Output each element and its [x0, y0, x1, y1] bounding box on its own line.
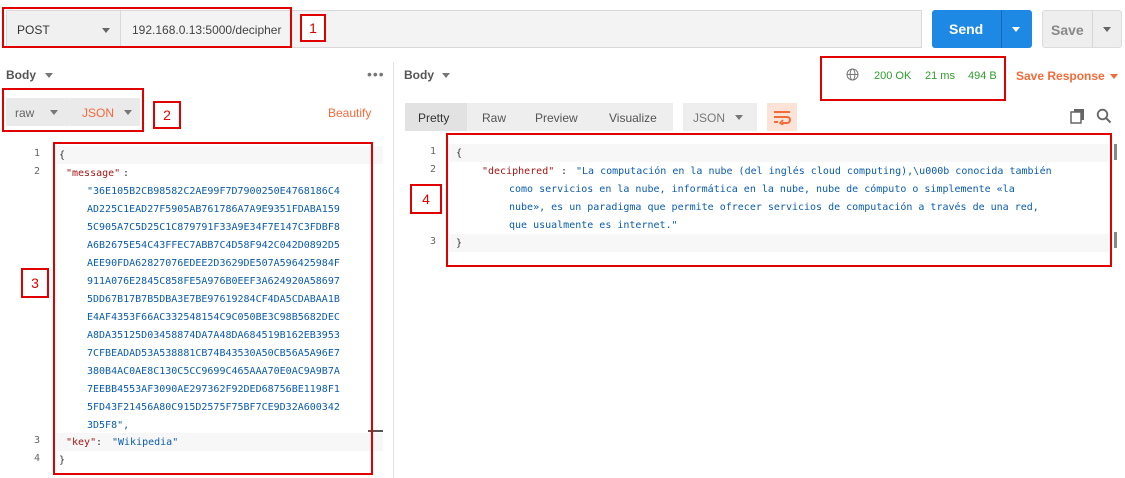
tab-pretty[interactable]: Pretty: [405, 103, 467, 131]
chevron-down-icon: [45, 73, 53, 78]
chevron-down-icon: [1110, 74, 1118, 79]
line-number: 4: [33, 453, 40, 464]
annotation-number: 2: [153, 101, 181, 129]
more-dots-icon[interactable]: •••: [367, 66, 385, 82]
send-label: Send: [949, 21, 984, 37]
wrap-lines-icon: [774, 111, 791, 125]
annotation-frame: [2, 7, 292, 48]
response-format-select[interactable]: JSON: [683, 103, 757, 131]
send-divider: [1001, 10, 1002, 48]
tab-pretty-label: Pretty: [418, 111, 450, 125]
scrollbar-thumb[interactable]: [1114, 144, 1117, 160]
annotation-frame: [53, 142, 373, 475]
line-number: 2: [33, 166, 40, 177]
response-body-title: Body: [404, 68, 434, 82]
line-number: 1: [33, 148, 40, 159]
save-response-label: Save Response: [1016, 69, 1105, 83]
chevron-down-icon[interactable]: [1012, 27, 1020, 32]
response-format-value: JSON: [693, 111, 726, 125]
annotation-frame: [2, 88, 144, 132]
tab-visualize-label: Visualize: [609, 111, 657, 125]
request-body-title: Body: [6, 68, 36, 82]
tab-raw[interactable]: Raw: [467, 103, 519, 131]
tab-raw-label: Raw: [482, 111, 507, 125]
search-icon[interactable]: [1096, 108, 1112, 124]
annotation-number: 3: [21, 268, 49, 298]
request-body-tab[interactable]: Body: [6, 68, 53, 82]
scrollbar-thumb[interactable]: [1114, 232, 1117, 248]
tab-preview-label: Preview: [535, 111, 578, 125]
annotation-number: 1: [300, 14, 326, 42]
chevron-down-icon[interactable]: [1103, 27, 1111, 32]
line-number: 1: [429, 146, 436, 157]
tab-visualize[interactable]: Visualize: [593, 103, 673, 131]
annotation-frame: [446, 133, 1112, 267]
line-number: 2: [429, 164, 436, 175]
save-label: Save: [1051, 22, 1084, 38]
beautify-button[interactable]: Beautify: [328, 106, 371, 120]
send-button[interactable]: Send: [932, 10, 1032, 48]
annotation-number: 4: [410, 184, 442, 214]
line-number: 3: [33, 435, 40, 446]
response-view-tabs: Pretty Raw Preview Visualize: [405, 103, 673, 131]
save-button[interactable]: Save: [1042, 10, 1122, 48]
annotation-frame: [820, 56, 1006, 101]
tab-preview[interactable]: Preview: [519, 103, 593, 131]
copy-icon[interactable]: [1070, 108, 1086, 124]
save-response-button[interactable]: Save Response: [1016, 69, 1118, 83]
response-body-tab[interactable]: Body: [404, 68, 450, 82]
chevron-down-icon: [735, 115, 743, 120]
save-divider: [1092, 11, 1093, 47]
wrap-lines-button[interactable]: [767, 103, 797, 131]
line-number: 3: [429, 236, 436, 247]
chevron-down-icon: [442, 73, 450, 78]
